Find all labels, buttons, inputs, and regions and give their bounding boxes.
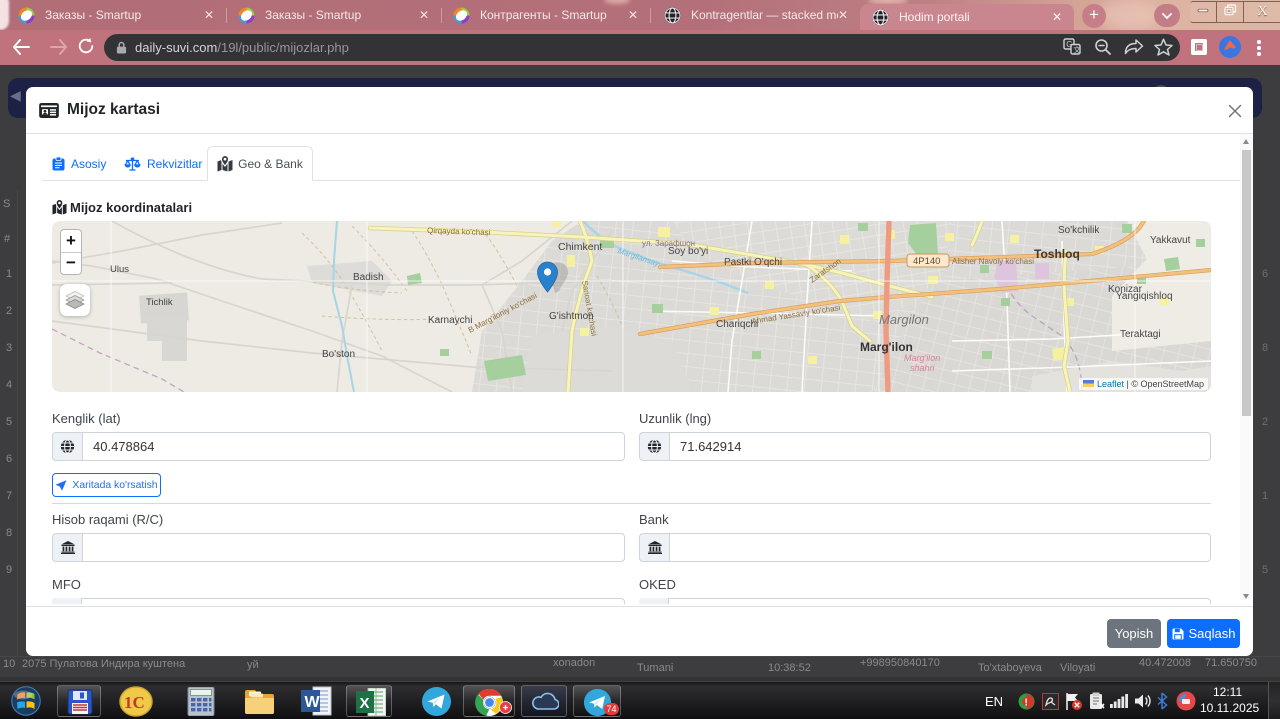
svg-text:Chimkent: Chimkent <box>558 241 602 253</box>
svg-text:Chariqchi: Chariqchi <box>716 319 758 330</box>
svg-text:!: ! <box>1025 698 1028 709</box>
svg-text:Alisher Navoiy ko'chasi: Alisher Navoiy ko'chasi <box>952 257 1034 266</box>
svg-text:Karnaychi: Karnaychi <box>428 315 472 326</box>
svg-text:So'kchilik: So'kchilik <box>1058 225 1100 236</box>
svg-text:Soy bo'yi: Soy bo'yi <box>668 246 708 257</box>
svg-text:Yakkavut: Yakkavut <box>1150 235 1191 246</box>
svg-text:X: X <box>360 695 370 712</box>
svg-text:Bo'ston: Bo'ston <box>322 349 355 360</box>
svg-text:文: 文 <box>1073 45 1081 55</box>
svg-text:Pastki O'qchi: Pastki O'qchi <box>724 257 782 268</box>
svg-text:Margilon: Margilon <box>879 312 929 327</box>
svg-text:Tichlik: Tichlik <box>146 297 173 308</box>
svg-text:Marg'ilon: Marg'ilon <box>904 353 940 363</box>
svg-text:Badish: Badish <box>353 272 384 283</box>
svg-text:1С: 1С <box>124 693 145 712</box>
svg-text:Teraktagi: Teraktagi <box>1120 329 1161 340</box>
svg-text:G'ishtmon: G'ishtmon <box>549 311 594 322</box>
svg-text:4P140: 4P140 <box>913 256 940 267</box>
svg-text:Yangiqishloq: Yangiqishloq <box>1116 291 1173 302</box>
svg-text:W: W <box>305 694 321 711</box>
svg-text:shahri: shahri <box>910 363 936 373</box>
svg-text:Ulus: Ulus <box>110 264 129 275</box>
svg-text:Toshloq: Toshloq <box>1034 247 1080 261</box>
svg-text:Marg'ilon: Marg'ilon <box>860 340 913 354</box>
